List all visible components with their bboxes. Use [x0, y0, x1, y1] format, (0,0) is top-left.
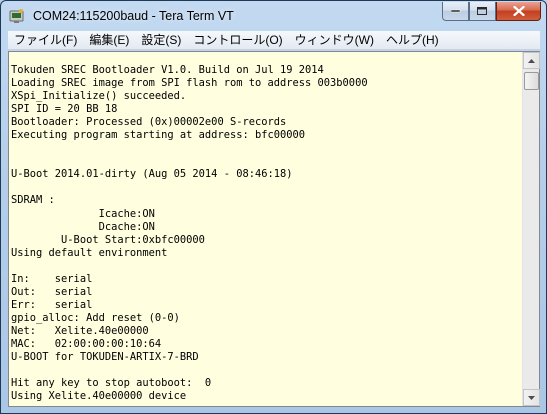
menu-edit[interactable]: 編集(E)	[83, 31, 135, 50]
menu-help[interactable]: ヘルプ(H)	[380, 31, 445, 50]
terminal-line: Using Xelite.40e00000 device	[11, 390, 187, 403]
terminal-frame: Tokuden SREC Bootloader V1.0. Build on J…	[8, 51, 540, 407]
terminal-line: Using default environment	[11, 246, 168, 259]
terminal-line: SPI ID = 20 BB 18	[11, 103, 118, 116]
menu-control[interactable]: コントロール(O)	[187, 31, 288, 50]
terminal-line: Hit any key to stop autoboot: 0	[11, 377, 212, 390]
terminal-line: U-Boot Start:0xbfc00000	[11, 233, 205, 246]
minimize-icon	[450, 9, 460, 13]
terminal-line: XSpi_Initialize() succeeded.	[11, 90, 187, 103]
terminal-line: Out: serial	[11, 285, 93, 298]
terminal-line: Tokuden SREC Bootloader V1.0. Build on J…	[11, 64, 324, 76]
terminal-line: U-BOOT for TOKUDEN-ARTIX-7-BRD	[11, 351, 199, 364]
vertical-scrollbar[interactable]	[522, 52, 540, 406]
terminal-line: Executing program starting at address: b…	[11, 129, 306, 142]
tera-term-window: COM24:115200baud - Tera Term VT ファイル(F) …	[0, 0, 547, 414]
arrow-down-icon	[528, 395, 535, 400]
close-button[interactable]	[496, 2, 541, 21]
menu-file[interactable]: ファイル(F)	[8, 31, 83, 50]
scroll-down-button[interactable]	[523, 389, 540, 406]
terminal-output[interactable]: Tokuden SREC Bootloader V1.0. Build on J…	[9, 52, 522, 406]
terminal-line: MAC: 02:00:00:00:10:64	[11, 337, 162, 350]
terminal-line: Loading SREC image from SPI flash rom to…	[11, 77, 368, 90]
scroll-thumb[interactable]	[524, 72, 539, 90]
maximize-button[interactable]	[469, 2, 496, 21]
terminal-line: U-Boot 2014.01-dirty (Aug 05 2014 - 08:4…	[11, 168, 293, 181]
menu-bar: ファイル(F) 編集(E) 設定(S) コントロール(O) ウィンドウ(W) ヘ…	[8, 31, 540, 50]
terminal-line: Icache:ON	[11, 207, 155, 220]
window-title: COM24:115200baud - Tera Term VT	[33, 9, 234, 23]
menu-setup[interactable]: 設定(S)	[135, 31, 187, 50]
terminal-line: gpio_alloc: Add reset (0-0)	[11, 311, 180, 324]
terminal-line: Net: Xelite.40e00000	[11, 324, 149, 337]
terminal-line: Err: serial	[11, 298, 93, 311]
terminal-line: Bootloader: Processed (0x)00002e00 S-rec…	[11, 116, 287, 129]
minimize-button[interactable]	[442, 2, 469, 21]
terminal-line: In: serial	[11, 272, 93, 285]
close-icon	[512, 6, 525, 16]
arrow-up-icon	[528, 58, 535, 63]
maximize-icon	[477, 6, 487, 15]
tera-term-app-icon[interactable]	[9, 8, 25, 24]
title-bar[interactable]: COM24:115200baud - Tera Term VT	[1, 1, 546, 31]
terminal-line: SDRAM :	[11, 194, 55, 207]
menu-window[interactable]: ウィンドウ(W)	[289, 31, 380, 50]
terminal-line: Dcache:ON	[11, 220, 155, 233]
scroll-up-button[interactable]	[523, 52, 540, 69]
